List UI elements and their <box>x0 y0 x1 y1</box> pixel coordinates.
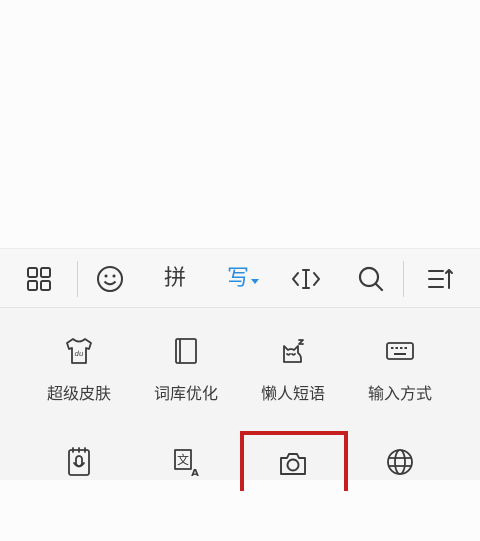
input-method-label: 输入方式 <box>367 384 432 403</box>
search-icon <box>358 266 384 292</box>
input-method-item[interactable]: 输入方式 <box>345 320 455 430</box>
dropdown-caret-icon <box>251 278 259 284</box>
grid-icon <box>27 267 51 291</box>
emoji-button[interactable] <box>82 249 138 309</box>
smiley-icon <box>97 266 123 292</box>
handwrite-button[interactable]: 写 <box>215 249 271 309</box>
toolbar-divider <box>77 261 78 297</box>
collapse-button[interactable] <box>413 249 469 309</box>
keyboard-icon <box>386 342 414 360</box>
svg-text:A: A <box>191 468 199 477</box>
globe-item[interactable] <box>345 431 455 541</box>
translate-icon: 文 A <box>174 449 199 477</box>
book-icon <box>175 338 197 364</box>
search-button[interactable] <box>343 249 399 309</box>
lazy-cat-icon <box>283 339 304 363</box>
super-skin-item[interactable]: du 超级皮肤 <box>24 320 134 430</box>
svg-text:du: du <box>75 350 84 358</box>
menu-grid-button[interactable] <box>11 249 67 309</box>
lazy-phrase-label: 懒人短语 <box>260 384 325 403</box>
keyboard-panel: 拼 写 du 超级皮肤 词库优化 懒人短语 输入方式 文 A <box>0 248 480 491</box>
tshirt-icon: du <box>66 338 92 364</box>
lexicon-optimize-item[interactable]: 词库优化 <box>131 320 241 430</box>
super-skin-label: 超级皮肤 <box>46 384 111 403</box>
toolbar-divider <box>403 261 404 297</box>
svg-text:文: 文 <box>177 452 189 467</box>
content-area <box>0 0 480 248</box>
pinyin-button[interactable]: 拼 <box>147 249 203 309</box>
cursor-edit-button[interactable] <box>278 249 334 309</box>
lexicon-optimize-label: 词库优化 <box>153 384 218 403</box>
lazy-phrase-item[interactable]: 懒人短语 <box>238 320 348 430</box>
translate-item[interactable]: 文 A <box>131 431 241 541</box>
microphone-notebook-icon <box>68 447 90 476</box>
globe-icon <box>387 449 413 475</box>
voice-note-item[interactable] <box>24 431 134 541</box>
pinyin-label: 拼 <box>163 266 186 291</box>
highlight-box <box>240 431 348 491</box>
list-sort-icon <box>428 269 453 289</box>
cursor-edit-icon <box>292 269 320 289</box>
keyboard-toolbar: 拼 写 <box>0 248 480 308</box>
handwrite-label: 写 <box>226 266 249 291</box>
